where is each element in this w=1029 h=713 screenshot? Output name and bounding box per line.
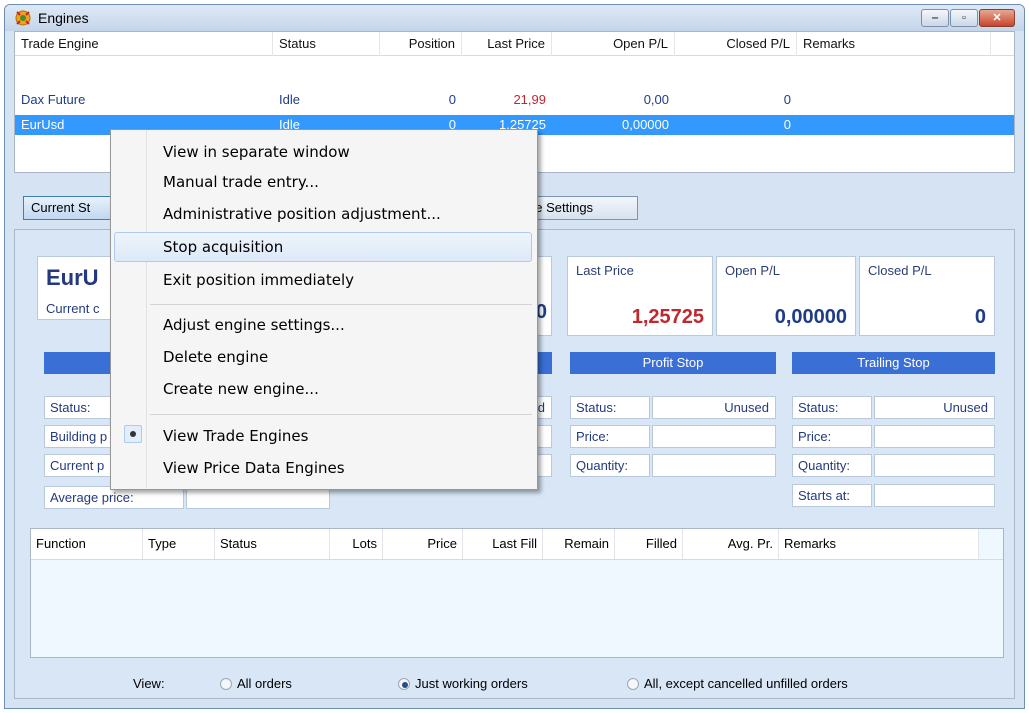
radio-all-orders-label[interactable]: All orders [237, 676, 292, 691]
engine-open-pl: 0,00 [643, 92, 669, 107]
engine-closed-pl: 0 [783, 92, 791, 107]
col-status[interactable]: Status [273, 32, 380, 56]
col-closed-pl[interactable]: Closed P/L [675, 32, 797, 56]
trailing-price-value [874, 425, 995, 448]
trailing-status-label: Status: [792, 396, 872, 419]
col-last-fill[interactable]: Last Fill [463, 529, 543, 559]
current-label: Current c [46, 301, 100, 316]
profit-quantity-value [652, 454, 776, 477]
engine-remarks [797, 90, 991, 110]
open-pl-box: Open P/L 0,00000 [716, 256, 856, 336]
col-avg-price[interactable]: Avg. Pr. [683, 529, 779, 559]
col-order-remarks[interactable]: Remarks [779, 529, 979, 559]
building-label: Building p [44, 425, 114, 448]
col-remarks[interactable]: Remarks [797, 32, 991, 56]
profit-price-label: Price: [570, 425, 650, 448]
table-row[interactable]: Dax Future Idle 0 21,99 0,00 0 [15, 90, 1014, 110]
last-price-label: Last Price [576, 263, 634, 278]
profit-stop-bar: Profit Stop [570, 352, 776, 374]
minimize-button[interactable]: ‒ [921, 9, 949, 27]
maximize-icon: ▫ [962, 12, 966, 24]
profit-quantity-label: Quantity: [570, 454, 650, 477]
engine-open-pl: 0,00000 [622, 117, 669, 132]
profit-price-value [652, 425, 776, 448]
radio-check-icon [124, 425, 142, 443]
view-label: View: [133, 676, 165, 691]
col-price[interactable]: Price [383, 529, 463, 559]
menu-item-admin-position-adjustment[interactable]: Administrative position adjustment... [163, 202, 441, 226]
radio-all-except-cancelled-label[interactable]: All, except cancelled unfilled orders [644, 676, 848, 691]
menu-item-adjust-engine-settings[interactable]: Adjust engine settings... [163, 313, 345, 337]
closed-pl-value: 0 [974, 306, 986, 328]
menu-gutter [146, 130, 147, 488]
close-icon: ✕ [992, 12, 1002, 24]
last-price-box: Last Price 1,25725 [567, 256, 713, 336]
col-last-price[interactable]: Last Price [462, 32, 552, 56]
engine-name: Dax Future [21, 92, 86, 107]
menu-separator [150, 414, 532, 415]
window-title: Engines [38, 10, 89, 26]
orders-grid[interactable]: Function Type Status Lots Price Last Fil… [30, 528, 1004, 658]
col-function[interactable]: Function [31, 529, 143, 559]
trailing-starts-label: Starts at: [792, 484, 872, 507]
col-order-status[interactable]: Status [215, 529, 330, 559]
menu-item-view-separate-window[interactable]: View in separate window [163, 140, 350, 164]
radio-just-working-orders-label[interactable]: Just working orders [415, 676, 528, 691]
col-filled[interactable]: Filled [615, 529, 683, 559]
engine-closed-pl: 0 [783, 117, 791, 132]
closed-pl-box: Closed P/L 0 [859, 256, 995, 336]
trailing-price-label: Price: [792, 425, 872, 448]
profit-status-value: Unused [652, 396, 776, 419]
maximize-button[interactable]: ▫ [950, 9, 978, 27]
close-button[interactable]: ✕ [979, 9, 1015, 27]
engine-last-price: 21,99 [513, 92, 546, 107]
engine-gear-icon [15, 10, 31, 26]
col-lots[interactable]: Lots [330, 529, 383, 559]
radio-all-except-cancelled[interactable] [627, 678, 639, 690]
engine-name-large: EurU [46, 265, 99, 290]
engines-grid-header: Trade Engine Status Position Last Price … [15, 32, 1014, 56]
menu-item-exit-position[interactable]: Exit position immediately [163, 268, 354, 292]
entry-status-label: Status: [44, 396, 114, 419]
entry-section-bar [44, 352, 114, 374]
col-trade-engine[interactable]: Trade Engine [15, 32, 273, 56]
menu-item-view-price-data-engines[interactable]: View Price Data Engines [163, 456, 345, 480]
menu-item-stop-acquisition[interactable]: Stop acquisition [163, 235, 283, 259]
current-price-label: Current p [44, 454, 114, 477]
open-pl-label: Open P/L [725, 263, 780, 278]
trailing-status-value: Unused [874, 396, 995, 419]
minimize-icon: ‒ [931, 12, 939, 24]
col-type[interactable]: Type [143, 529, 215, 559]
title-bar[interactable] [5, 5, 1024, 31]
col-open-pl[interactable]: Open P/L [552, 32, 675, 56]
menu-item-view-trade-engines[interactable]: View Trade Engines [163, 424, 308, 448]
open-pl-value: 0,00000 [774, 306, 847, 328]
trailing-starts-value [874, 484, 995, 507]
menu-separator [150, 304, 532, 305]
trailing-stop-bar: Trailing Stop [792, 352, 995, 374]
menu-item-delete-engine[interactable]: Delete engine [163, 345, 268, 369]
col-remain[interactable]: Remain [543, 529, 615, 559]
engine-remarks [797, 115, 991, 135]
trailing-quantity-label: Quantity: [792, 454, 872, 477]
tab-current-state[interactable]: Current St [23, 196, 123, 220]
profit-status-label: Status: [570, 396, 650, 419]
engine-position: 0 [448, 92, 456, 107]
radio-just-working-orders[interactable] [398, 678, 410, 690]
menu-item-manual-trade-entry[interactable]: Manual trade entry... [163, 170, 319, 194]
menu-item-create-new-engine[interactable]: Create new engine... [163, 377, 319, 401]
header-divider [31, 559, 1003, 560]
closed-pl-label: Closed P/L [868, 263, 932, 278]
radio-all-orders[interactable] [220, 678, 232, 690]
engine-status: Idle [279, 92, 300, 107]
col-position[interactable]: Position [380, 32, 462, 56]
last-price-value: 1,25725 [631, 306, 704, 328]
trailing-quantity-value [874, 454, 995, 477]
